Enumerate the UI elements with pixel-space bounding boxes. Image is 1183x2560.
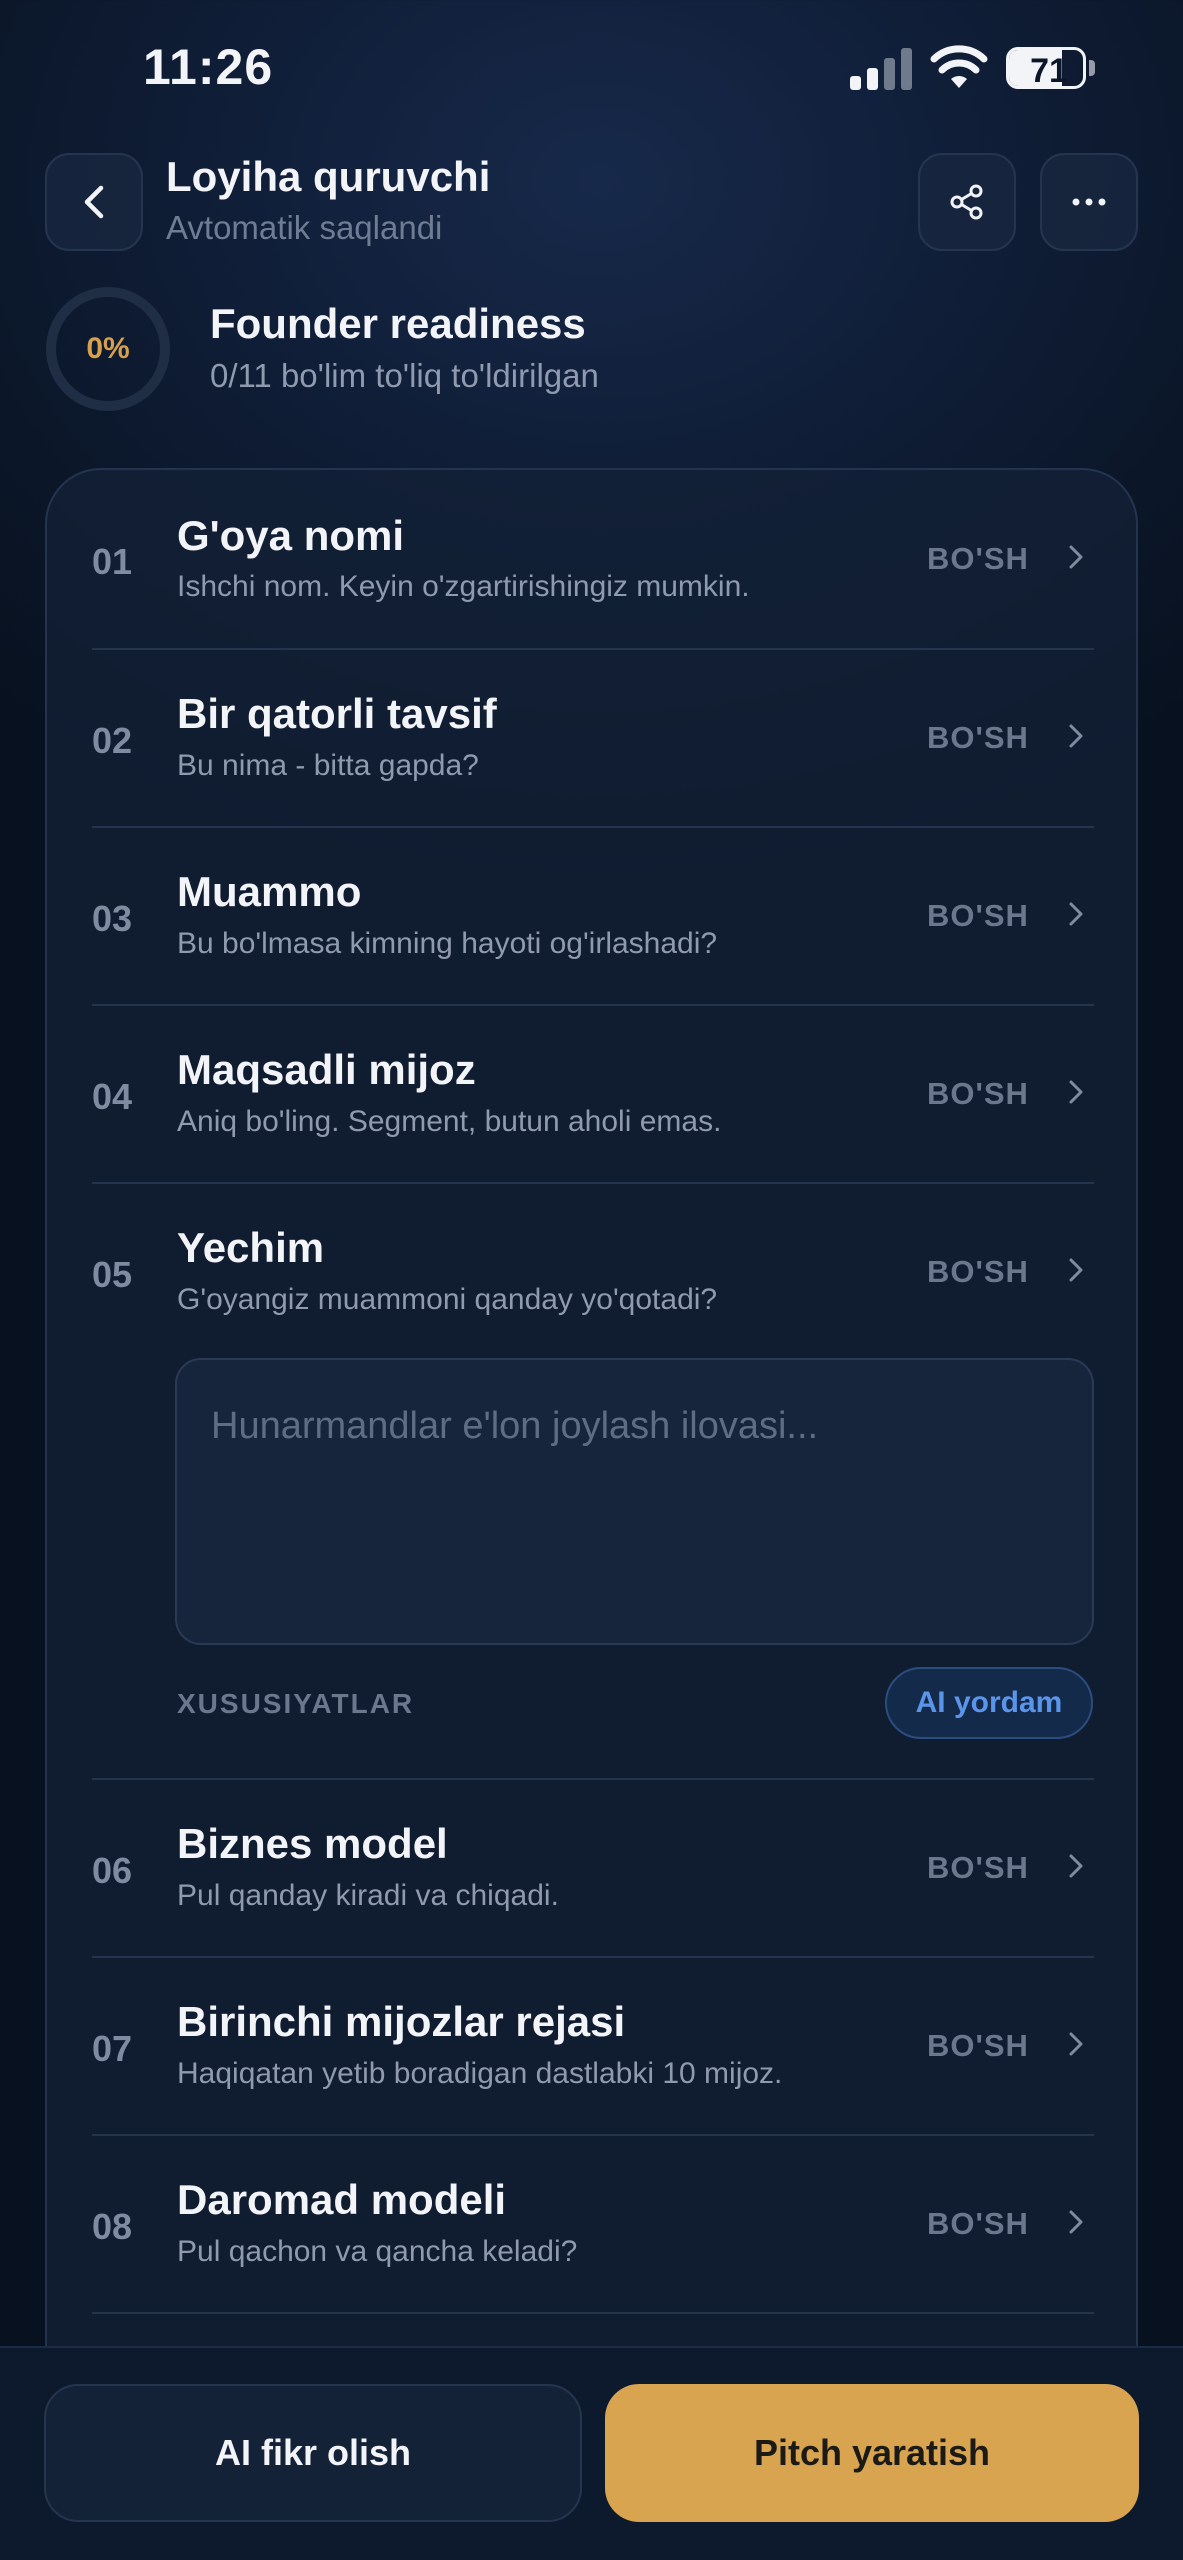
features-label: XUSUSIYATLAR [177,1688,415,1719]
more-options-button[interactable] [1040,153,1138,251]
section-description: Bu nima - bitta gapda? [177,749,479,782]
cellular-signal-icon [850,48,912,90]
divider [92,2312,1094,2314]
section-number: 06 [92,1850,133,1891]
back-button[interactable] [45,153,143,251]
share-icon [950,184,983,220]
status-badge: BO'SH [927,720,1029,755]
ai-feedback-button[interactable]: AI fikr olish [44,2384,582,2522]
section-number: 07 [92,2028,133,2069]
chevron-right-icon [1069,545,1083,569]
status-badge: BO'SH [927,2028,1029,2063]
readiness-title: Founder readiness [210,300,586,347]
status-time: 11:26 [143,39,274,95]
section-first-customers[interactable]: 07 Birinchi mijozlar rejasi Haqiqatan ye… [47,1958,1140,2134]
share-button[interactable] [918,153,1016,251]
bottom-action-bar: AI fikr olish Pitch yaratish [0,2346,1183,2560]
ai-help-button[interactable]: AI yordam [885,1667,1093,1739]
status-badge: BO'SH [927,541,1029,576]
chevron-right-icon [1069,2210,1083,2234]
chevron-right-icon [1069,2032,1083,2056]
section-description: Haqiqatan yetib boradigan dastlabki 10 m… [177,2057,783,2090]
chevron-right-icon [1069,1080,1083,1104]
status-badge: BO'SH [927,1076,1029,1111]
battery-percent: 71 [1030,52,1068,89]
battery-icon: 71 [1006,47,1096,89]
section-number: 01 [92,541,133,582]
chevron-right-icon [1069,724,1083,748]
status-badge: BO'SH [927,1850,1029,1885]
section-target-customer[interactable]: 04 Maqsadli mijoz Aniq bo'ling. Segment,… [47,1006,1140,1182]
section-title: Yechim [177,1224,325,1271]
page-title: Loyiha quruvchi [166,153,491,200]
section-description: Pul qanday kiradi va chiqadi. [177,1879,559,1912]
readiness-percent: 0% [86,332,130,365]
status-badge: BO'SH [927,898,1029,933]
autosave-status: Avtomatik saqlandi [166,209,443,246]
section-title: Birinchi mijozlar rejasi [177,1998,626,2045]
chevron-right-icon [1069,1854,1083,1878]
generate-pitch-button[interactable]: Pitch yaratish [605,2384,1139,2522]
section-number: 05 [92,1254,133,1295]
more-horizontal-icon [1072,198,1106,206]
section-title: G'oya nomi [177,512,405,559]
chevron-right-icon [1069,1258,1083,1282]
status-badge: BO'SH [927,1254,1029,1289]
section-number: 02 [92,720,133,761]
section-problem[interactable]: 03 Muammo Bu bo'lmasa kimning hayoti og'… [47,828,1140,1004]
section-description: Ishchi nom. Keyin o'zgartirishingiz mumk… [177,570,750,603]
status-badge: BO'SH [927,2206,1029,2241]
section-title: Maqsadli mijoz [177,1046,476,1093]
section-description: Pul qachon va qancha keladi? [177,2235,578,2268]
chevron-right-icon [1069,902,1083,926]
section-revenue-model[interactable]: 08 Daromad modeli Pul qachon va qancha k… [47,2136,1140,2312]
section-title: Biznes model [177,1820,448,1867]
section-number: 08 [92,2206,133,2247]
section-description: Aniq bo'ling. Segment, butun aholi emas. [177,1105,722,1138]
section-title: Bir qatorli tavsif [177,690,497,737]
section-number: 03 [92,898,133,939]
solution-input[interactable]: Hunarmandlar e'lon joylash ilovasi... [175,1358,1094,1645]
section-business-model[interactable]: 06 Biznes model Pul qanday kiradi va chi… [47,1780,1140,1956]
section-solution[interactable]: 05 Yechim G'oyangiz muammoni qanday yo'q… [47,1184,1140,1362]
section-description: G'oyangiz muammoni qanday yo'qotadi? [177,1283,718,1316]
status-bar: 11:26 71 [0,0,1183,140]
solution-input-placeholder: Hunarmandlar e'lon joylash ilovasi... [211,1405,819,1447]
section-description: Bu bo'lmasa kimning hayoti og'irlashadi? [177,927,718,960]
section-title: Muammo [177,868,362,915]
readiness-subtitle: 0/11 bo'lim to'liq to'ldirilgan [210,357,599,394]
chevron-left-icon [84,185,104,219]
wifi-icon [930,45,988,88]
section-number: 04 [92,1076,133,1117]
section-idea-name[interactable]: 01 G'oya nomi Ishchi nom. Keyin o'zgarti… [47,470,1140,648]
section-title: Daromad modeli [177,2176,507,2223]
section-one-liner[interactable]: 02 Bir qatorli tavsif Bu nima - bitta ga… [47,650,1140,826]
sections-card: 01 G'oya nomi Ishchi nom. Keyin o'zgarti… [45,468,1138,2560]
